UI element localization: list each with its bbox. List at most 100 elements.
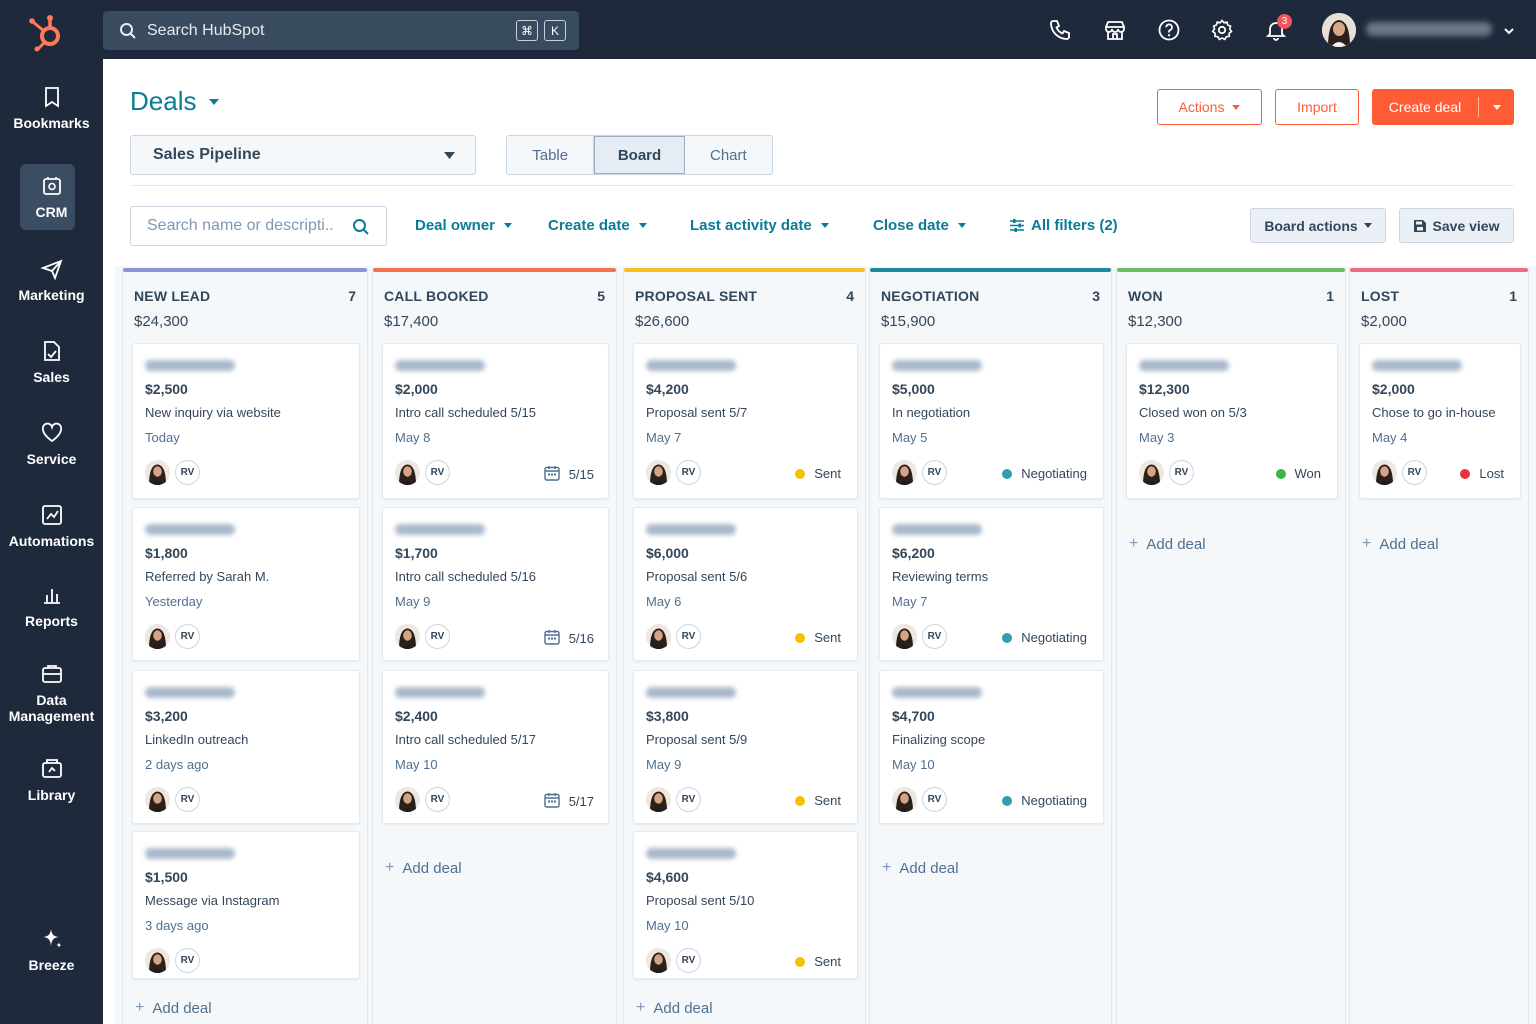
deal-owner-avatar[interactable] xyxy=(646,948,671,973)
user-avatar[interactable] xyxy=(1322,13,1356,47)
deal-card[interactable]: $6,200 Reviewing terms May 7 RV Negotiating xyxy=(879,507,1104,661)
tab-table[interactable]: Table xyxy=(507,136,595,174)
deal-name-redacted[interactable] xyxy=(145,687,235,698)
add-deal-button[interactable]: + Add deal xyxy=(1129,535,1206,553)
deal-card[interactable]: $4,600 Proposal sent 5/10 May 10 RV Sent xyxy=(633,831,858,979)
deal-owner-initials[interactable]: RV xyxy=(676,624,701,649)
deal-name-redacted[interactable] xyxy=(395,524,485,535)
deal-owner-avatar[interactable] xyxy=(1372,460,1397,485)
deal-card[interactable]: $1,500 Message via Instagram 3 days ago RV xyxy=(132,831,360,979)
deal-owner-avatar[interactable] xyxy=(395,624,420,649)
add-deal-button[interactable]: + Add deal xyxy=(135,999,212,1017)
deal-owner-avatar[interactable] xyxy=(646,624,671,649)
deal-name-redacted[interactable] xyxy=(395,360,485,371)
deal-owner-initials[interactable]: RV xyxy=(175,460,200,485)
deal-name-redacted[interactable] xyxy=(395,687,485,698)
deal-owner-initials[interactable]: RV xyxy=(922,624,947,649)
deal-owner-initials[interactable]: RV xyxy=(922,787,947,812)
deal-owner-avatar[interactable] xyxy=(145,624,170,649)
deal-call-date[interactable]: 5/15 xyxy=(543,465,594,484)
tab-board[interactable]: Board xyxy=(594,136,685,174)
pipeline-select[interactable]: Sales Pipeline xyxy=(130,135,476,175)
deal-owner-avatar[interactable] xyxy=(1139,460,1164,485)
deal-owner-initials[interactable]: RV xyxy=(425,460,450,485)
deal-name-redacted[interactable] xyxy=(145,848,235,859)
deal-owner-avatar[interactable] xyxy=(395,787,420,812)
deal-call-date[interactable]: 5/16 xyxy=(543,629,594,648)
sidebar-item-reports[interactable]: Reports xyxy=(0,583,103,629)
add-deal-button[interactable]: + Add deal xyxy=(1362,535,1439,553)
deal-owner-avatar[interactable] xyxy=(892,624,917,649)
deal-owner-initials[interactable]: RV xyxy=(425,624,450,649)
sidebar-item-marketing[interactable]: Marketing xyxy=(0,257,103,303)
add-deal-button[interactable]: + Add deal xyxy=(636,999,713,1017)
deal-name-redacted[interactable] xyxy=(145,360,235,371)
deal-owner-avatar[interactable] xyxy=(646,460,671,485)
deal-card[interactable]: $2,400 Intro call scheduled 5/17 May 10 RV 5… xyxy=(382,670,609,824)
add-deal-button[interactable]: + Add deal xyxy=(385,859,462,877)
phone-icon[interactable] xyxy=(1047,17,1073,43)
deal-name-redacted[interactable] xyxy=(646,848,736,859)
deal-call-date[interactable]: 5/17 xyxy=(543,792,594,811)
sidebar-item-automations[interactable]: Automations xyxy=(0,503,103,549)
deal-name-redacted[interactable] xyxy=(892,360,982,371)
deal-owner-initials[interactable]: RV xyxy=(175,787,200,812)
deal-card[interactable]: $3,800 Proposal sent 5/9 May 9 RV Sent xyxy=(633,670,858,824)
deal-owner-avatar[interactable] xyxy=(145,787,170,812)
create-deal-options-caret-icon[interactable] xyxy=(1479,104,1514,110)
add-deal-button[interactable]: + Add deal xyxy=(882,859,959,877)
deal-card[interactable]: $2,500 New inquiry via website Today RV xyxy=(132,343,360,499)
deal-card[interactable]: $2,000 Intro call scheduled 5/15 May 8 RV 5/… xyxy=(382,343,609,499)
deal-owner-avatar[interactable] xyxy=(145,948,170,973)
global-search[interactable]: Search HubSpot ⌘ K xyxy=(103,11,579,50)
help-icon[interactable] xyxy=(1156,17,1182,43)
deal-card[interactable]: $12,300 Closed won on 5/3 May 3 RV Won xyxy=(1126,343,1338,499)
deal-card[interactable]: $2,000 Chose to go in-house May 4 RV Lost xyxy=(1359,343,1521,499)
deal-name-redacted[interactable] xyxy=(892,524,982,535)
filter-close-date[interactable]: Close date xyxy=(873,217,966,234)
deal-name-redacted[interactable] xyxy=(892,687,982,698)
actions-button[interactable]: Actions xyxy=(1157,89,1262,125)
deal-name-redacted[interactable] xyxy=(646,524,736,535)
deal-name-redacted[interactable] xyxy=(646,360,736,371)
sidebar-item-service[interactable]: Service xyxy=(0,421,103,467)
deal-owner-avatar[interactable] xyxy=(145,460,170,485)
deal-name-redacted[interactable] xyxy=(646,687,736,698)
deal-card[interactable]: $1,700 Intro call scheduled 5/16 May 9 RV 5/… xyxy=(382,507,609,661)
deal-owner-initials[interactable]: RV xyxy=(1169,460,1194,485)
board-actions-button[interactable]: Board actions xyxy=(1250,208,1386,243)
deal-card[interactable]: $3,200 LinkedIn outreach 2 days ago RV xyxy=(132,670,360,824)
create-deal-button[interactable]: Create deal xyxy=(1372,89,1514,125)
sidebar-item-library[interactable]: Library xyxy=(0,757,103,803)
sidebar-item-data-management[interactable]: Data Management xyxy=(0,662,103,724)
deal-owner-avatar[interactable] xyxy=(892,787,917,812)
deal-owner-initials[interactable]: RV xyxy=(1402,460,1427,485)
deal-owner-initials[interactable]: RV xyxy=(425,787,450,812)
deal-card[interactable]: $5,000 In negotiation May 5 RV Negotiating xyxy=(879,343,1104,499)
deal-owner-initials[interactable]: RV xyxy=(175,948,200,973)
filter-deal-owner[interactable]: Deal owner xyxy=(415,217,513,234)
deal-card[interactable]: $4,700 Finalizing scope May 10 RV Negotiatin… xyxy=(879,670,1104,824)
deal-card[interactable]: $1,800 Referred by Sarah M. Yesterday RV xyxy=(132,507,360,661)
deal-owner-avatar[interactable] xyxy=(395,460,420,485)
deal-name-redacted[interactable] xyxy=(1372,360,1462,371)
deal-owner-initials[interactable]: RV xyxy=(676,787,701,812)
import-button[interactable]: Import xyxy=(1275,89,1359,125)
deal-owner-avatar[interactable] xyxy=(646,787,671,812)
deal-name-redacted[interactable] xyxy=(1139,360,1229,371)
deal-owner-initials[interactable]: RV xyxy=(676,948,701,973)
filter-create-date[interactable]: Create date xyxy=(548,217,647,234)
deal-search-input[interactable]: Search name or descripti.. xyxy=(130,206,387,246)
sidebar-item-crm[interactable]: CRM xyxy=(0,174,103,220)
filter-last-activity-date[interactable]: Last activity date xyxy=(690,217,829,234)
deal-card[interactable]: $4,200 Proposal sent 5/7 May 7 RV Sent xyxy=(633,343,858,499)
settings-gear-icon[interactable] xyxy=(1209,17,1235,43)
deal-owner-initials[interactable]: RV xyxy=(922,460,947,485)
hubspot-logo[interactable] xyxy=(26,12,66,52)
save-view-button[interactable]: Save view xyxy=(1399,208,1514,243)
deal-owner-initials[interactable]: RV xyxy=(676,460,701,485)
sidebar-item-bookmarks[interactable]: Bookmarks xyxy=(0,85,103,131)
page-title-dropdown[interactable]: Deals xyxy=(130,86,220,117)
deal-card[interactable]: $6,000 Proposal sent 5/6 May 6 RV Sent xyxy=(633,507,858,661)
sidebar-item-sales[interactable]: Sales xyxy=(0,339,103,385)
